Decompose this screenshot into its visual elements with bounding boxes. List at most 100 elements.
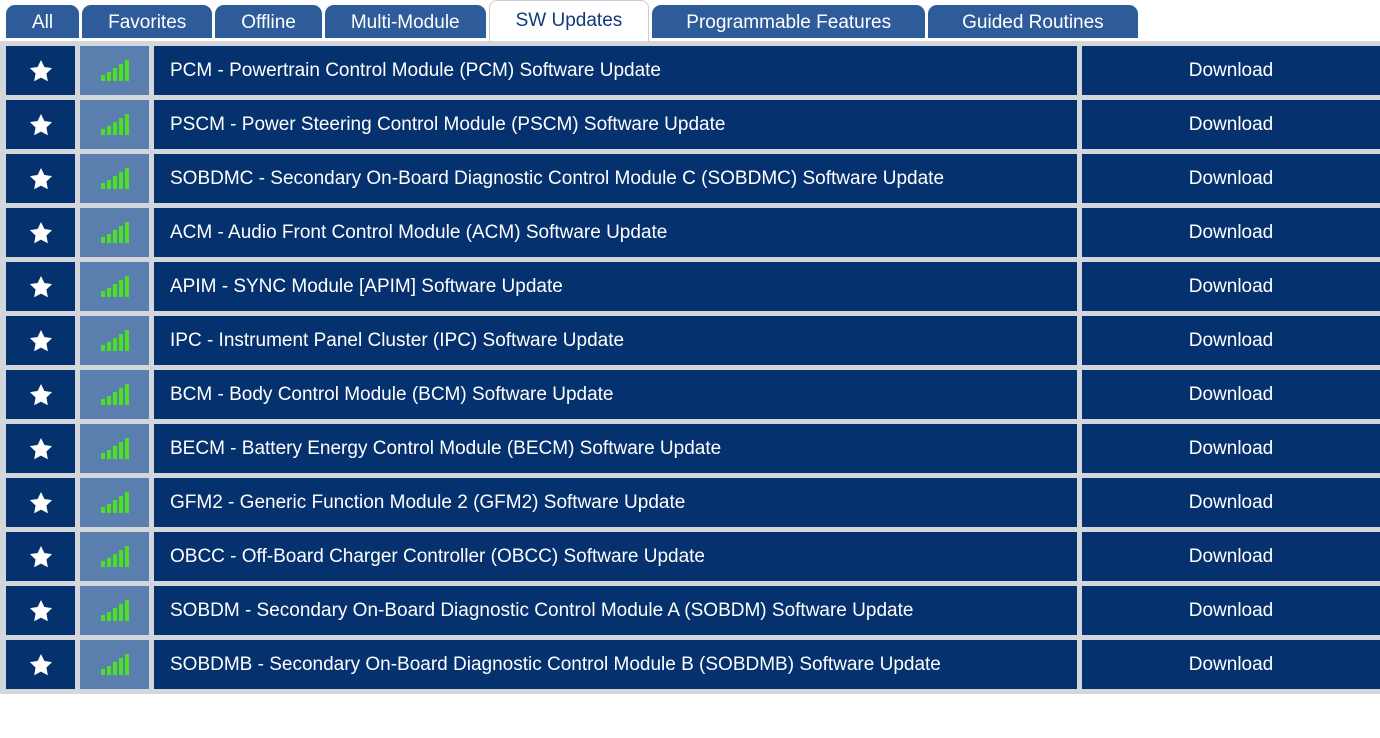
module-name-cell[interactable]: BECM - Battery Energy Control Module (BE…	[154, 424, 1077, 473]
table-row[interactable]: IPC - Instrument Panel Cluster (IPC) Sof…	[6, 316, 1380, 365]
tab-offline[interactable]: Offline	[215, 5, 322, 41]
favorite-toggle[interactable]	[6, 100, 75, 149]
module-name-cell[interactable]: PSCM - Power Steering Control Module (PS…	[154, 100, 1077, 149]
download-label: Download	[1188, 653, 1274, 675]
module-name-label: SOBDMC - Secondary On-Board Diagnostic C…	[170, 167, 945, 189]
module-name-label: PCM - Powertrain Control Module (PCM) So…	[170, 59, 662, 81]
signal-strength-cell	[80, 208, 149, 257]
tab-all[interactable]: All	[6, 5, 80, 41]
module-name-cell[interactable]: APIM - SYNC Module [APIM] Software Updat…	[154, 262, 1077, 311]
download-label: Download	[1188, 59, 1274, 81]
table-row[interactable]: SOBDMC - Secondary On-Board Diagnostic C…	[6, 154, 1380, 203]
signal-bars-icon	[100, 113, 129, 135]
module-name-cell[interactable]: OBCC - Off-Board Charger Controller (OBC…	[154, 532, 1077, 581]
module-name-label: APIM - SYNC Module [APIM] Software Updat…	[170, 275, 563, 297]
download-button[interactable]: Download	[1082, 586, 1380, 635]
module-name-cell[interactable]: IPC - Instrument Panel Cluster (IPC) Sof…	[154, 316, 1077, 365]
download-button[interactable]: Download	[1082, 154, 1380, 203]
star-icon	[28, 166, 54, 192]
table-row[interactable]: BECM - Battery Energy Control Module (BE…	[6, 424, 1380, 473]
star-icon	[28, 274, 54, 300]
favorite-toggle[interactable]	[6, 208, 75, 257]
download-button[interactable]: Download	[1082, 100, 1380, 149]
signal-bars-icon	[100, 545, 129, 567]
download-button[interactable]: Download	[1082, 640, 1380, 689]
module-list-table: PCM - Powertrain Control Module (PCM) So…	[0, 41, 1380, 694]
signal-bars-icon	[100, 221, 129, 243]
table-row[interactable]: PCM - Powertrain Control Module (PCM) So…	[6, 46, 1380, 95]
signal-bars-icon	[100, 437, 129, 459]
tab-sw-updates[interactable]: SW Updates	[488, 0, 650, 41]
module-name-cell[interactable]: PCM - Powertrain Control Module (PCM) So…	[154, 46, 1077, 95]
table-row[interactable]: SOBDMB - Secondary On-Board Diagnostic C…	[6, 640, 1380, 689]
module-name-cell[interactable]: SOBDMB - Secondary On-Board Diagnostic C…	[154, 640, 1077, 689]
star-icon	[28, 436, 54, 462]
signal-strength-cell	[80, 370, 149, 419]
download-button[interactable]: Download	[1082, 208, 1380, 257]
signal-strength-cell	[80, 100, 149, 149]
star-icon	[28, 544, 54, 570]
favorite-toggle[interactable]	[6, 478, 75, 527]
signal-strength-cell	[80, 586, 149, 635]
signal-bars-icon	[100, 491, 129, 513]
favorite-toggle[interactable]	[6, 424, 75, 473]
download-label: Download	[1188, 383, 1274, 405]
module-name-cell[interactable]: GFM2 - Generic Function Module 2 (GFM2) …	[154, 478, 1077, 527]
signal-strength-cell	[80, 316, 149, 365]
module-name-cell[interactable]: BCM - Body Control Module (BCM) Software…	[154, 370, 1077, 419]
star-icon	[28, 58, 54, 84]
signal-strength-cell	[80, 478, 149, 527]
download-button[interactable]: Download	[1082, 316, 1380, 365]
signal-bars-icon	[100, 599, 129, 621]
module-name-cell[interactable]: ACM - Audio Front Control Module (ACM) S…	[154, 208, 1077, 257]
star-icon	[28, 382, 54, 408]
module-name-cell[interactable]: SOBDMC - Secondary On-Board Diagnostic C…	[154, 154, 1077, 203]
module-name-label: BECM - Battery Energy Control Module (BE…	[170, 437, 722, 459]
download-label: Download	[1188, 275, 1274, 297]
download-label: Download	[1188, 221, 1274, 243]
download-label: Download	[1188, 167, 1274, 189]
star-icon	[28, 220, 54, 246]
favorite-toggle[interactable]	[6, 640, 75, 689]
table-row[interactable]: SOBDM - Secondary On-Board Diagnostic Co…	[6, 586, 1380, 635]
signal-bars-icon	[100, 653, 129, 675]
table-row[interactable]: OBCC - Off-Board Charger Controller (OBC…	[6, 532, 1380, 581]
download-label: Download	[1188, 437, 1274, 459]
signal-bars-icon	[100, 167, 129, 189]
signal-bars-icon	[100, 275, 129, 297]
favorite-toggle[interactable]	[6, 316, 75, 365]
tab-programmable-features[interactable]: Programmable Features	[652, 5, 926, 41]
module-name-label: SOBDM - Secondary On-Board Diagnostic Co…	[170, 599, 914, 621]
table-row[interactable]: PSCM - Power Steering Control Module (PS…	[6, 100, 1380, 149]
table-row[interactable]: BCM - Body Control Module (BCM) Software…	[6, 370, 1380, 419]
favorite-toggle[interactable]	[6, 262, 75, 311]
page-background	[0, 694, 1380, 728]
signal-strength-cell	[80, 640, 149, 689]
signal-strength-cell	[80, 154, 149, 203]
tab-multi-module[interactable]: Multi-Module	[324, 5, 486, 41]
favorite-toggle[interactable]	[6, 154, 75, 203]
download-button[interactable]: Download	[1082, 478, 1380, 527]
tab-guided-routines[interactable]: Guided Routines	[928, 5, 1138, 41]
favorite-toggle[interactable]	[6, 586, 75, 635]
favorite-toggle[interactable]	[6, 532, 75, 581]
download-button[interactable]: Download	[1082, 370, 1380, 419]
table-row[interactable]: GFM2 - Generic Function Module 2 (GFM2) …	[6, 478, 1380, 527]
download-button[interactable]: Download	[1082, 46, 1380, 95]
module-name-label: GFM2 - Generic Function Module 2 (GFM2) …	[170, 491, 686, 513]
module-name-label: SOBDMB - Secondary On-Board Diagnostic C…	[170, 653, 941, 675]
download-button[interactable]: Download	[1082, 262, 1380, 311]
download-label: Download	[1188, 113, 1274, 135]
tab-favorites[interactable]: Favorites	[82, 5, 213, 41]
module-name-label: BCM - Body Control Module (BCM) Software…	[170, 383, 614, 405]
module-name-cell[interactable]: SOBDM - Secondary On-Board Diagnostic Co…	[154, 586, 1077, 635]
table-row[interactable]: APIM - SYNC Module [APIM] Software Updat…	[6, 262, 1380, 311]
signal-bars-icon	[100, 383, 129, 405]
download-button[interactable]: Download	[1082, 532, 1380, 581]
favorite-toggle[interactable]	[6, 370, 75, 419]
module-name-label: OBCC - Off-Board Charger Controller (OBC…	[170, 545, 705, 567]
signal-bars-icon	[100, 59, 129, 81]
favorite-toggle[interactable]	[6, 46, 75, 95]
download-button[interactable]: Download	[1082, 424, 1380, 473]
table-row[interactable]: ACM - Audio Front Control Module (ACM) S…	[6, 208, 1380, 257]
